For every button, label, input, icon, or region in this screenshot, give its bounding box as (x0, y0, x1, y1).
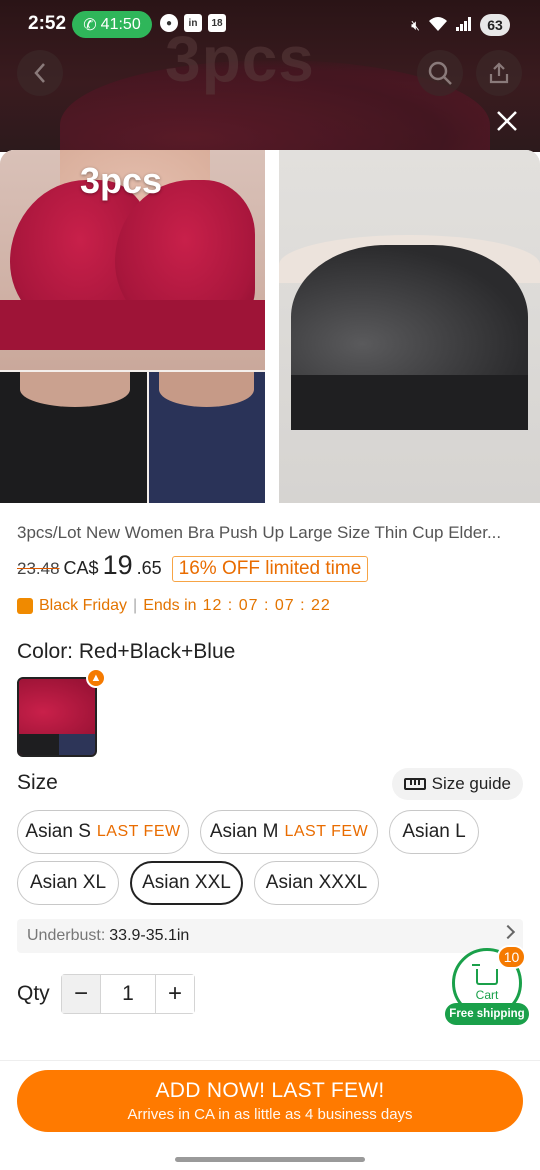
product-image-gallery[interactable]: 3pcs (0, 150, 540, 503)
color-selected-value: Red+Black+Blue (78, 640, 236, 663)
call-timer: 41:50 (100, 15, 141, 33)
underbust-value: 33.9-35.1in (109, 927, 190, 944)
delivery-estimate: Arrives in CA in as little as 4 business… (127, 1106, 413, 1123)
wifi-icon (428, 16, 448, 35)
share-button[interactable] (476, 50, 522, 96)
original-price: 23.48 (17, 559, 60, 578)
quantity-label: Qty (17, 982, 50, 1005)
close-icon (497, 111, 517, 131)
product-title: 3pcs/Lot New Women Bra Push Up Large Siz… (17, 523, 502, 542)
product-image-main[interactable]: 3pcs (0, 150, 265, 503)
price-cents: .65 (136, 558, 162, 578)
system-icons: 🔇︎ 63 (411, 14, 510, 36)
divider (0, 1060, 540, 1061)
size-option-label: Asian L (402, 821, 466, 842)
promo-ends-label: Ends in (143, 597, 197, 614)
size-option-asian-s[interactable]: Asian S LAST FEW (17, 810, 189, 854)
free-shipping-badge: Free shipping (445, 1003, 529, 1025)
last-few-tag: LAST FEW (96, 823, 181, 840)
promo-countdown: 12 : 07 : 07 : 22 (202, 597, 331, 614)
cart-label: Cart (475, 987, 499, 1002)
signal-icon (456, 16, 472, 34)
add-button-label: ADD NOW! LAST FEW! (155, 1079, 385, 1102)
chevron-left-icon (34, 63, 45, 83)
size-option-label: Asian S (25, 821, 91, 842)
search-button[interactable] (417, 50, 463, 96)
size-option-asian-m[interactable]: Asian M LAST FEW (200, 810, 378, 854)
quantity-stepper: − 1 + (61, 974, 195, 1014)
close-button[interactable] (490, 104, 524, 138)
currency: CA$ (63, 558, 99, 578)
size-option-asian-xl[interactable]: Asian XL (17, 861, 119, 905)
add-to-cart-button[interactable]: ADD NOW! LAST FEW! Arrives in CA in as l… (17, 1070, 523, 1132)
size-option-asian-xxl-selected[interactable]: Asian XXL (130, 861, 243, 905)
size-guide-button[interactable]: Size guide (391, 768, 523, 800)
phone-icon: ✆ (83, 16, 97, 34)
linkedin-icon: in (184, 14, 202, 32)
ruler-icon (403, 778, 426, 790)
size-label: Size (17, 771, 58, 794)
share-icon (489, 62, 509, 84)
size-option-label: Asian M (209, 821, 279, 842)
quantity-value[interactable]: 1 (100, 975, 156, 1013)
increment-button[interactable]: + (156, 975, 194, 1013)
color-heading: Color: Red+Black+Blue (17, 640, 235, 664)
status-time: 2:52 (28, 13, 67, 34)
home-indicator[interactable] (175, 1157, 365, 1162)
search-icon (428, 61, 452, 85)
size-guide-label: Size guide (431, 774, 511, 793)
call-indicator[interactable]: ✆ 41:50 (72, 11, 152, 38)
color-label: Color: (17, 640, 74, 663)
calendar-icon: 18 (208, 14, 226, 32)
blue-bra-photo (149, 372, 265, 503)
size-option-label: Asian XL (29, 872, 107, 893)
hot-flame-icon: ▲ (86, 668, 106, 688)
size-option-label: Asian XXL (142, 872, 231, 893)
black-bra-photo (0, 372, 147, 503)
promo-event: Black Friday (39, 597, 128, 614)
mute-icon: 🔇︎ (411, 16, 420, 33)
chat-bubble-icon: ● (160, 14, 178, 32)
notification-icons: ● in 18 (160, 14, 226, 32)
size-option-label: Asian XXXL (265, 872, 368, 893)
battery-indicator: 63 (480, 14, 510, 36)
underbust-info-row[interactable]: Underbust: 33.9-35.1in (17, 919, 523, 953)
image-label: 3pcs (80, 160, 163, 201)
price-whole: 19 (102, 550, 133, 580)
price-row: 23.48 CA$ 19 .65 16% OFF limited time (17, 550, 369, 582)
decrement-button[interactable]: − (62, 975, 100, 1013)
underbust-label: Underbust: (27, 927, 106, 944)
chevron-right-icon (500, 924, 516, 940)
size-option-asian-l[interactable]: Asian L (389, 810, 479, 854)
back-button[interactable] (17, 50, 63, 96)
status-bar: 2:52 ✆ 41:50 ● in 18 🔇︎ 63 (0, 0, 540, 50)
cart-icon (472, 963, 498, 985)
product-image-secondary[interactable] (279, 150, 540, 503)
cart-count-badge: 10 (497, 945, 526, 969)
color-swatch-red-black-blue[interactable] (17, 677, 97, 757)
last-few-tag: LAST FEW (284, 823, 369, 840)
shopping-bag-icon (17, 598, 33, 614)
promo-banner: Black Friday | Ends in 12 : 07 : 07 : 22 (17, 597, 331, 615)
discount-badge: 16% OFF limited time (171, 556, 369, 582)
size-option-asian-xxxl[interactable]: Asian XXXL (254, 861, 379, 905)
promo-separator: | (133, 597, 138, 614)
